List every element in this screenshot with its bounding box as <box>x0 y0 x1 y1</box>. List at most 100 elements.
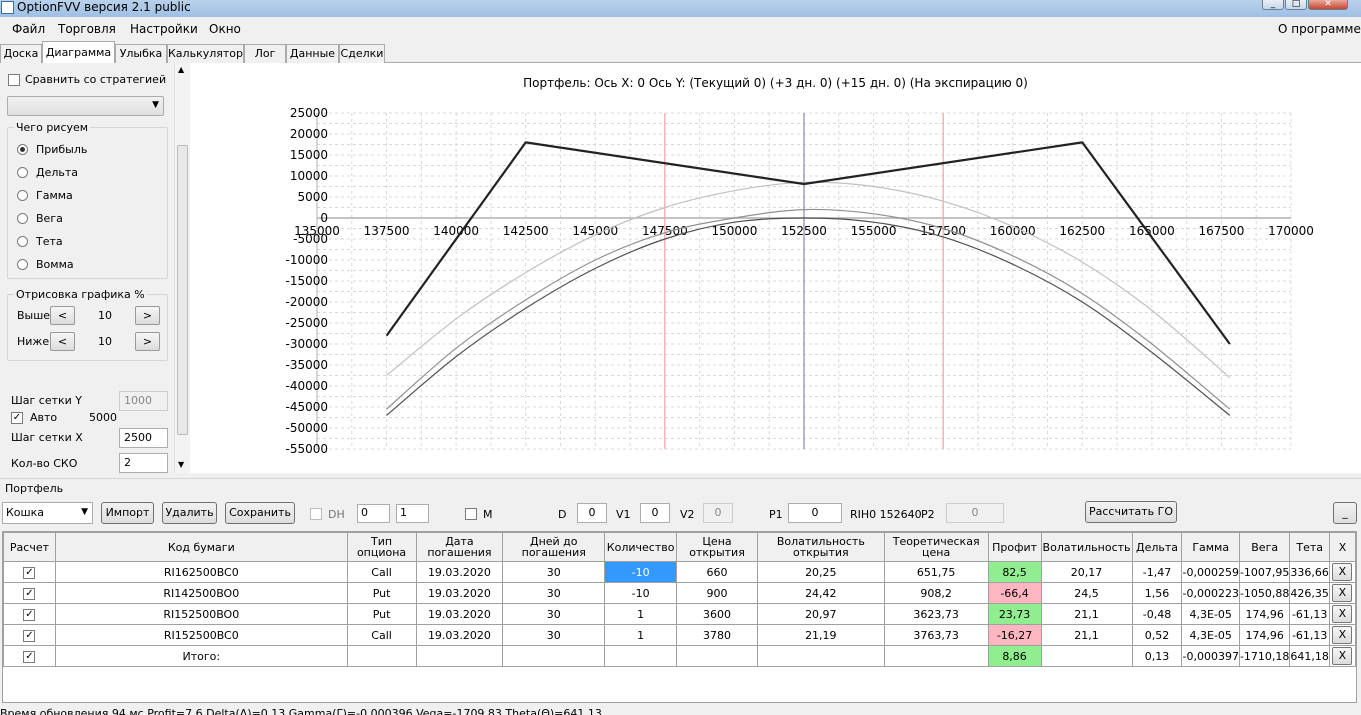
p2-input[interactable]: 0 <box>946 503 1004 523</box>
below-decrease-button[interactable]: < <box>50 332 75 351</box>
cell-qty[interactable]: 1 <box>604 603 678 625</box>
scrollbar-thumb[interactable] <box>177 145 188 435</box>
portfolio-select[interactable]: Кошка ▼ <box>2 502 93 524</box>
d-input[interactable]: 0 <box>577 503 607 523</box>
scroll-down-icon[interactable]: ▼ <box>178 460 184 469</box>
cell-type: Call <box>346 561 417 583</box>
row-calc-checkbox[interactable]: ✓ <box>23 567 36 579</box>
collapse-button[interactable]: _ <box>1333 502 1357 524</box>
row-calc-checkbox-cell[interactable]: ✓ <box>3 582 56 604</box>
cell-delta: 0,52 <box>1131 624 1183 646</box>
column-header[interactable]: Дельта <box>1131 532 1183 562</box>
tab-data[interactable]: Данные <box>286 44 339 63</box>
row-remove-cell[interactable]: X <box>1328 603 1357 625</box>
menu-trade[interactable]: Торговля <box>58 22 116 36</box>
total-checkbox[interactable]: ✓ <box>23 651 36 663</box>
strategy-select[interactable]: ▼ <box>7 96 164 116</box>
column-header[interactable]: Дата погашения <box>415 532 504 562</box>
column-header[interactable]: Волатильность открытия <box>756 532 885 562</box>
row-calc-checkbox-cell[interactable]: ✓ <box>3 561 56 583</box>
row-calc-checkbox-cell[interactable]: ✓ <box>3 624 56 646</box>
column-header[interactable]: Дней до погашения <box>502 532 606 562</box>
cell-days: 30 <box>502 582 606 604</box>
column-header[interactable]: Количество <box>604 532 678 562</box>
column-header[interactable]: Цена открытия <box>676 532 758 562</box>
calc-go-button[interactable]: Рассчитать ГО <box>1085 501 1177 523</box>
cell-qty[interactable]: 1 <box>604 624 678 646</box>
above-decrease-button[interactable]: < <box>50 306 75 325</box>
x-tick-label: 147500 <box>642 224 688 238</box>
row-calc-checkbox[interactable]: ✓ <box>23 588 36 600</box>
column-header[interactable]: Вега <box>1238 532 1291 562</box>
column-header[interactable]: Код бумаги <box>54 532 348 562</box>
cell-qty[interactable]: -10 <box>604 561 678 583</box>
row-remove-cell[interactable]: X <box>1328 561 1357 583</box>
payoff-chart[interactable]: 2500020000150001000050000-5000-10000-150… <box>190 63 1361 473</box>
save-button[interactable]: Сохранить <box>225 502 295 524</box>
remove-row-button[interactable]: X <box>1332 605 1353 623</box>
tab-smile[interactable]: Улыбка <box>115 44 167 63</box>
dh-a-spinner[interactable]: 0 <box>357 504 390 523</box>
grid-y-input[interactable]: 1000 <box>119 391 168 411</box>
column-header[interactable]: Профит <box>987 532 1042 562</box>
table-row[interactable]: ✓ RI142500BO0 Put 19.03.2020 30 -10 900 24,42 90… <box>3 582 1357 604</box>
m-checkbox[interactable] <box>465 508 477 520</box>
column-header[interactable]: Теоретическая цена <box>883 532 989 562</box>
menu-about[interactable]: О программе <box>1278 22 1361 36</box>
tab-deals[interactable]: Сделки <box>339 44 385 63</box>
row-remove-cell[interactable]: X <box>1328 624 1357 646</box>
table-row[interactable]: ✓ RI152500BO0 Put 19.03.2020 30 1 3600 20,97 362… <box>3 603 1357 625</box>
column-header[interactable]: Гамма <box>1181 532 1240 562</box>
column-header[interactable]: X <box>1328 532 1357 562</box>
radio-profit[interactable] <box>17 144 28 155</box>
row-calc-checkbox-cell[interactable]: ✓ <box>3 603 56 625</box>
dh-checkbox[interactable] <box>310 508 322 520</box>
radio-delta[interactable] <box>17 167 28 178</box>
menu-settings[interactable]: Настройки <box>130 22 198 36</box>
radio-vomma[interactable] <box>17 259 28 270</box>
cell-qty[interactable]: -10 <box>604 582 678 604</box>
row-remove-cell[interactable]: X <box>1328 582 1357 604</box>
below-increase-button[interactable]: > <box>135 332 160 351</box>
column-header[interactable]: Тета <box>1289 532 1330 562</box>
tab-calculator[interactable]: Калькулятор <box>167 44 244 63</box>
auto-label: Авто <box>30 411 58 424</box>
radio-vega[interactable] <box>17 213 28 224</box>
sko-input[interactable]: 2 <box>119 453 168 473</box>
row-calc-checkbox[interactable]: ✓ <box>23 630 36 642</box>
status-bar: Время обновления 94 мс Profit=7,6 Delta(… <box>0 703 1361 715</box>
minimize-button[interactable]: _ <box>1262 0 1284 10</box>
table-row[interactable]: ✓ RI162500BC0 Call 19.03.2020 30 -10 660 20,25 6… <box>3 561 1357 583</box>
left-scrollbar[interactable]: ▲ ▼ <box>174 63 190 473</box>
v1-input[interactable]: 0 <box>640 503 670 523</box>
tab-board[interactable]: Доска <box>0 44 42 63</box>
p1-input[interactable]: 0 <box>788 503 842 523</box>
remove-row-button[interactable]: X <box>1332 626 1353 644</box>
tab-log[interactable]: Лог <box>244 44 286 63</box>
import-button[interactable]: Импорт <box>101 502 154 524</box>
remove-row-button[interactable]: X <box>1332 563 1353 581</box>
column-header[interactable]: Волатильность <box>1040 532 1133 562</box>
total-theta: 641,18 <box>1289 645 1330 667</box>
v2-input[interactable]: 0 <box>703 503 733 523</box>
auto-checkbox[interactable]: ✓ <box>11 412 23 424</box>
radio-gamma[interactable] <box>17 190 28 201</box>
tab-diagram[interactable]: Диаграмма <box>42 41 115 64</box>
menu-window[interactable]: Окно <box>209 22 241 36</box>
grid-x-input[interactable]: 2500 <box>119 428 168 448</box>
column-header[interactable]: Расчет <box>3 532 56 562</box>
row-calc-checkbox[interactable]: ✓ <box>23 609 36 621</box>
above-increase-button[interactable]: > <box>135 306 160 325</box>
dh-b-spinner[interactable]: 1 <box>396 504 429 523</box>
radio-theta[interactable] <box>17 236 28 247</box>
remove-row-button[interactable]: X <box>1332 584 1353 602</box>
maximize-button[interactable]: □ <box>1285 0 1307 10</box>
menu-file[interactable]: Файл <box>12 22 45 36</box>
scroll-up-icon[interactable]: ▲ <box>178 65 184 74</box>
delete-button[interactable]: Удалить <box>162 502 217 524</box>
remove-total-button[interactable]: X <box>1332 647 1353 665</box>
table-row[interactable]: ✓ RI152500BC0 Call 19.03.2020 30 1 3780 21,19 37… <box>3 624 1357 646</box>
compare-checkbox[interactable] <box>8 74 20 86</box>
close-button[interactable]: ✕ <box>1308 0 1348 10</box>
column-header[interactable]: Тип опциона <box>346 532 417 562</box>
